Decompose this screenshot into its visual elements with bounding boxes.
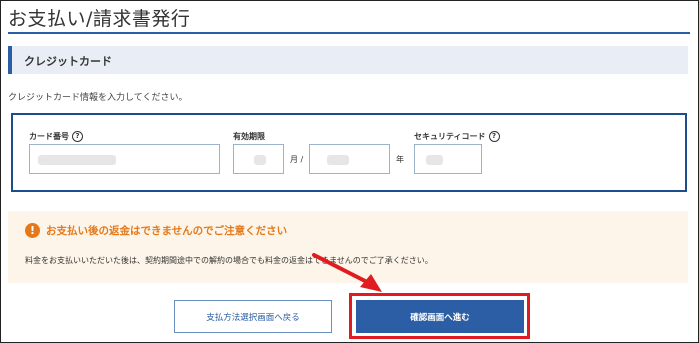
annotation-arrow-layer	[312, 253, 382, 292]
annotation-arrow-shaft	[312, 253, 371, 285]
annotation-arrow-head	[360, 274, 382, 292]
